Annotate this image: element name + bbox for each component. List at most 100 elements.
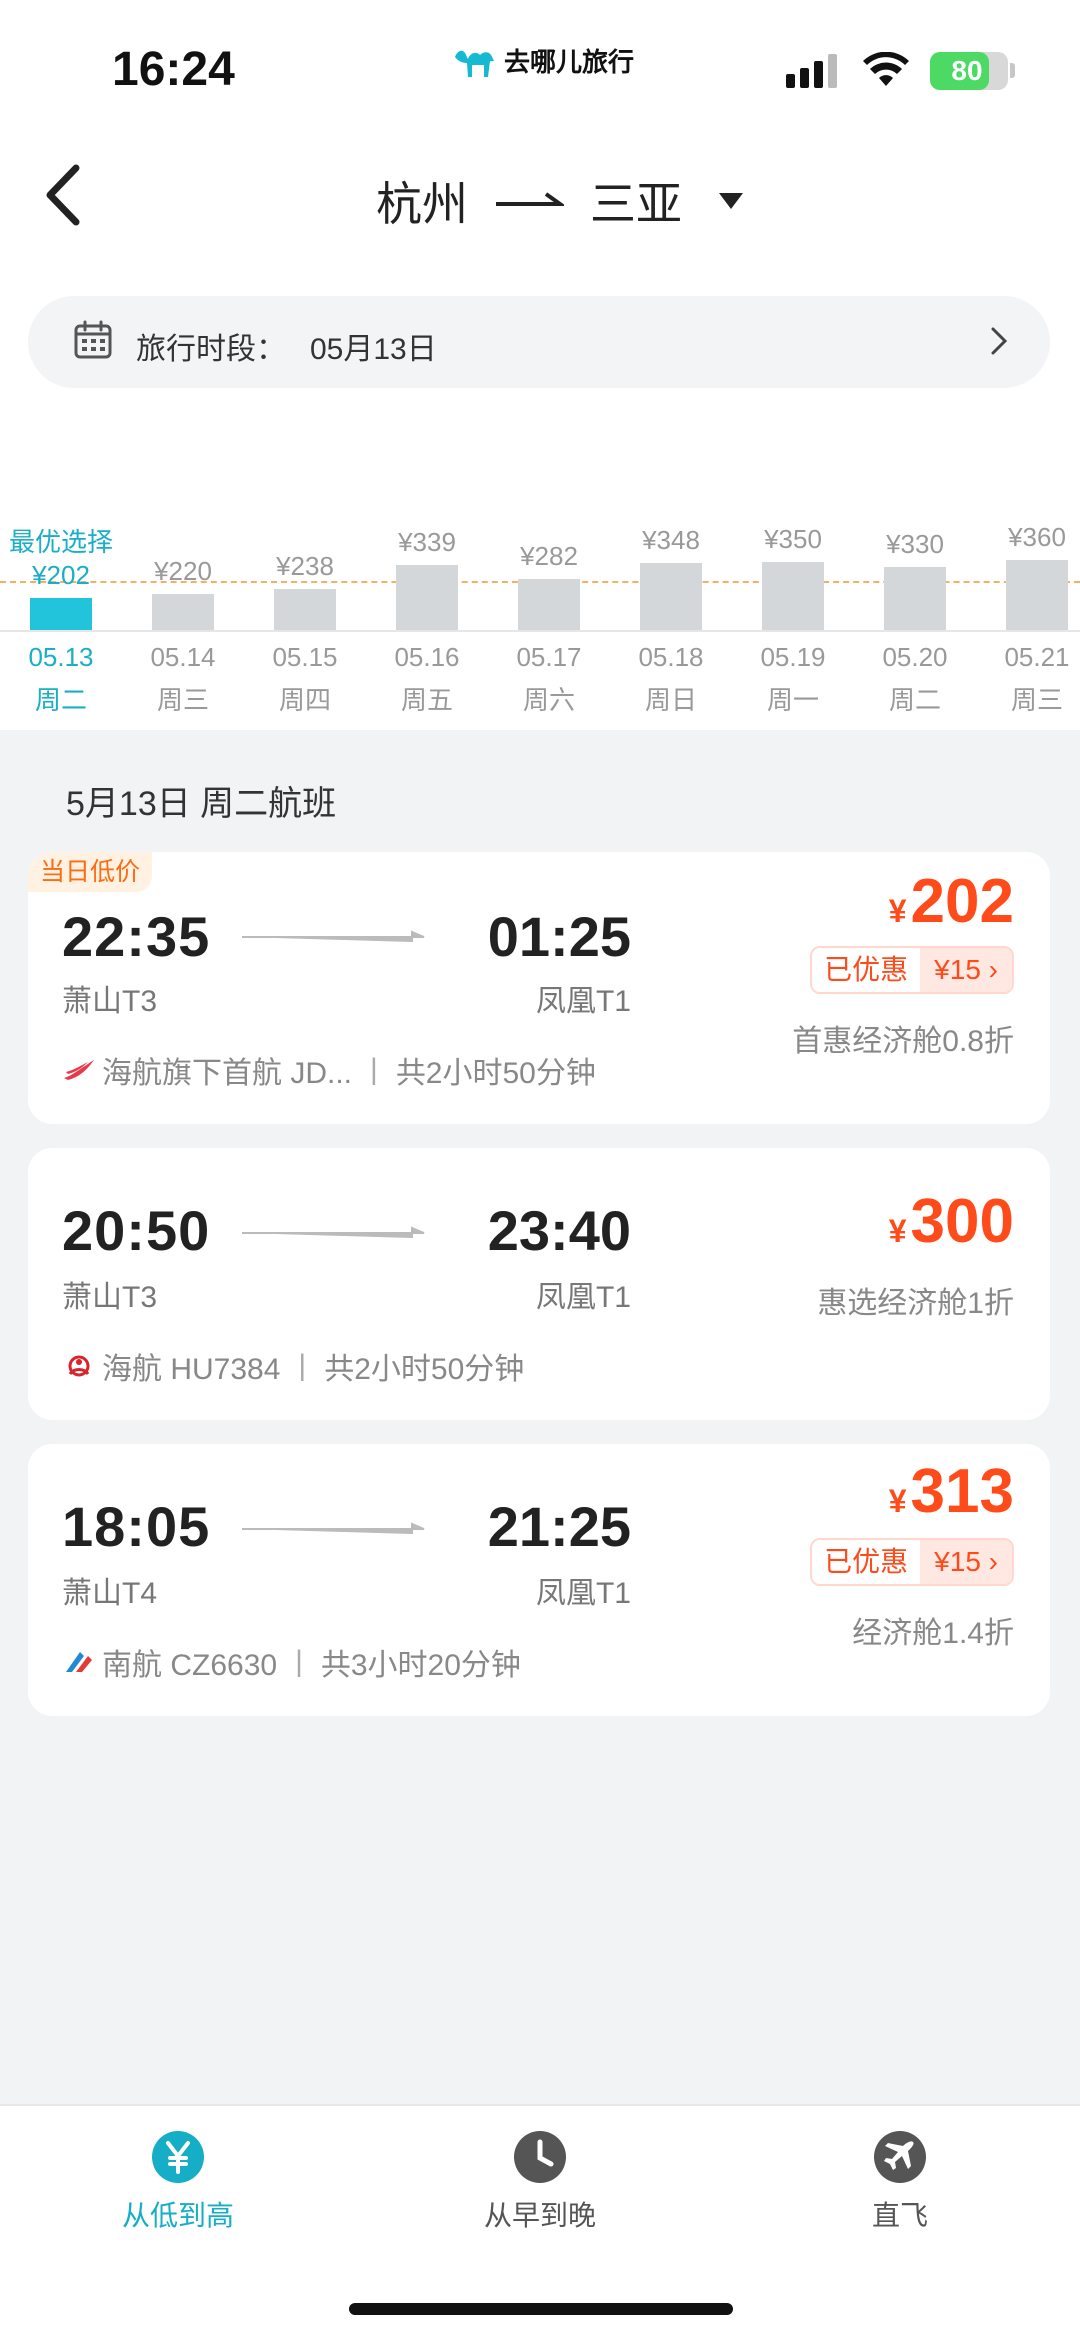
price-bar [518,579,580,630]
travel-date-text: 旅行时段： 05月13日 [136,324,437,368]
arrival-airport: 凤凰T1 [535,1577,631,1610]
bar-weekday-label: 周三 [156,685,209,715]
bar-weekday-label: 周二 [888,685,941,715]
bar-weekday-label: 周二 [34,685,87,715]
discount-label: 已优惠 [812,948,921,992]
home-indicator[interactable] [349,2303,733,2315]
battery-icon: 80 [930,52,1008,90]
price-column[interactable]: ¥220 05.14 周三 [122,490,242,730]
wifi-icon [863,52,909,86]
travel-date-label: 旅行时段： [136,333,286,366]
currency-symbol: ¥ [888,1213,907,1249]
price-column[interactable]: ¥282 05.17 周六 [488,490,608,730]
bar-weekday-label: 周一 [766,685,819,715]
route-selector[interactable]: 杭州 三亚 [376,168,744,234]
bar-date-label: 05.17 [516,642,582,672]
arrival-airport: 凤凰T1 [535,1281,631,1314]
bar-weekday-label: 周五 [400,685,453,715]
section-title: 5月13日 周二航班 [66,785,337,823]
cabin-class: 惠选经济舱1折 [817,1287,1014,1320]
flight-card[interactable]: 当日低价 22:35 01:25 萧山T3 凤凰T1 海航旗下首航 JD... … [28,852,1050,1124]
currency-symbol: ¥ [888,893,907,929]
tab-label: 直飞 [871,2200,928,2231]
price-column[interactable]: ¥238 05.15 周四 [244,490,364,730]
price-value: 202 [910,867,1014,936]
arrival-time: 01:25 [487,905,631,968]
price-column[interactable]: ¥339 05.16 周五 [366,490,486,730]
flight-duration: 共2小时50分钟 [324,1353,525,1386]
airline-logo-icon [66,1652,92,1672]
price-column[interactable]: ¥360 05.21 周三 [976,490,1080,730]
bar-date-label: 05.19 [760,642,826,672]
price-column[interactable]: ¥350 05.19 周一 [732,490,852,730]
bar-weekday-label: 周六 [522,685,575,715]
bar-date-label: 05.21 [1004,642,1070,672]
price-bar [396,565,458,630]
travel-date-value: 05月13日 [310,333,437,366]
best-choice-label: 最优选择 [8,527,113,557]
departure-airport: 萧山T4 [62,1577,158,1610]
flight-card[interactable]: 20:50 23:40 萧山T3 凤凰T1 海航 HU7384 | 共2小时50… [28,1148,1050,1420]
bar-weekday-label: 周四 [278,685,331,715]
bar-price-label: ¥350 [764,524,822,554]
departure-time: 18:05 [62,1495,211,1558]
calendar-icon [74,320,112,359]
separator: | [370,1053,378,1086]
airline-info: 海航 HU7384 | 共2小时50分钟 [62,1344,524,1388]
flight-price: ¥300 [889,1186,1014,1257]
airline-name: 海航旗下首航 JD... [102,1057,353,1090]
bar-price-label: ¥220 [154,556,212,586]
flight-line-icon [242,1522,425,1534]
bar-date-label: 05.20 [882,642,948,672]
bar-price-label: ¥360 [1008,522,1066,552]
price-calendar-chart: ¥202 最优选择 05.13 周二 ¥220 05.14 周三 ¥238 05.15 周四 ¥33… [0,490,1080,730]
discount-badge[interactable]: 已优惠 ¥15 › [810,946,1014,994]
bar-price-label: ¥238 [276,551,334,581]
battery-tip [1010,63,1015,78]
yen-icon [152,2131,204,2183]
bar-price-label: ¥348 [642,525,700,555]
status-time: 16:24 [112,43,235,96]
bar-date-label: 05.15 [272,642,338,672]
camel-logo-icon [455,50,494,77]
airline-info: 南航 CZ6630 | 共3小时20分钟 [62,1640,521,1684]
flight-line-icon [242,930,425,942]
arrival-time: 23:40 [487,1199,631,1262]
flight-card[interactable]: 18:05 21:25 萧山T4 凤凰T1 南航 CZ6630 | 共3小时20… [28,1444,1050,1716]
caret-down-icon[interactable] [718,192,744,210]
bar-weekday-label: 周日 [644,685,697,715]
brand: 去哪儿旅行 [452,42,634,79]
price-bar [152,594,214,630]
discount-badge[interactable]: 已优惠 ¥15 › [810,1538,1014,1586]
bar-date-label: 05.16 [394,642,460,672]
clock-icon [514,2131,566,2183]
tab-price-low-to-high[interactable]: 从低到高 [78,2130,278,2234]
price-value: 313 [910,1457,1014,1526]
back-chevron-icon[interactable] [40,160,90,230]
tab-direct-flight[interactable]: 直飞 [800,2130,1000,2234]
bar-price-label: ¥202 [32,560,90,590]
price-column[interactable]: ¥348 05.18 周日 [610,490,730,730]
travel-date-selector[interactable]: 旅行时段： 05月13日 [28,296,1050,388]
bar-weekday-label: 周三 [1010,685,1063,715]
bar-price-label: ¥282 [520,541,578,571]
battery-level: 80 [951,55,983,86]
flight-duration: 共2小时50分钟 [395,1057,596,1090]
price-bar [762,562,824,630]
price-value: 300 [910,1187,1014,1256]
cabin-class: 经济舱1.4折 [852,1617,1014,1650]
price-bar [1006,560,1068,630]
discount-value: ¥15 › [920,1540,1012,1584]
separator: | [295,1645,303,1678]
price-bar [30,598,92,630]
arrival-airport: 凤凰T1 [535,985,631,1018]
price-bar [884,567,946,630]
price-bar [640,563,702,630]
brand-name: 去哪儿旅行 [504,47,635,77]
price-column[interactable]: ¥330 05.20 周二 [854,490,974,730]
price-column[interactable]: ¥202 最优选择 05.13 周二 [0,490,120,730]
separator: | [298,1349,307,1382]
flight-duration: 共3小时20分钟 [320,1649,521,1682]
bar-price-label: ¥339 [398,527,456,557]
tab-early-to-late[interactable]: 从早到晚 [440,2130,640,2234]
